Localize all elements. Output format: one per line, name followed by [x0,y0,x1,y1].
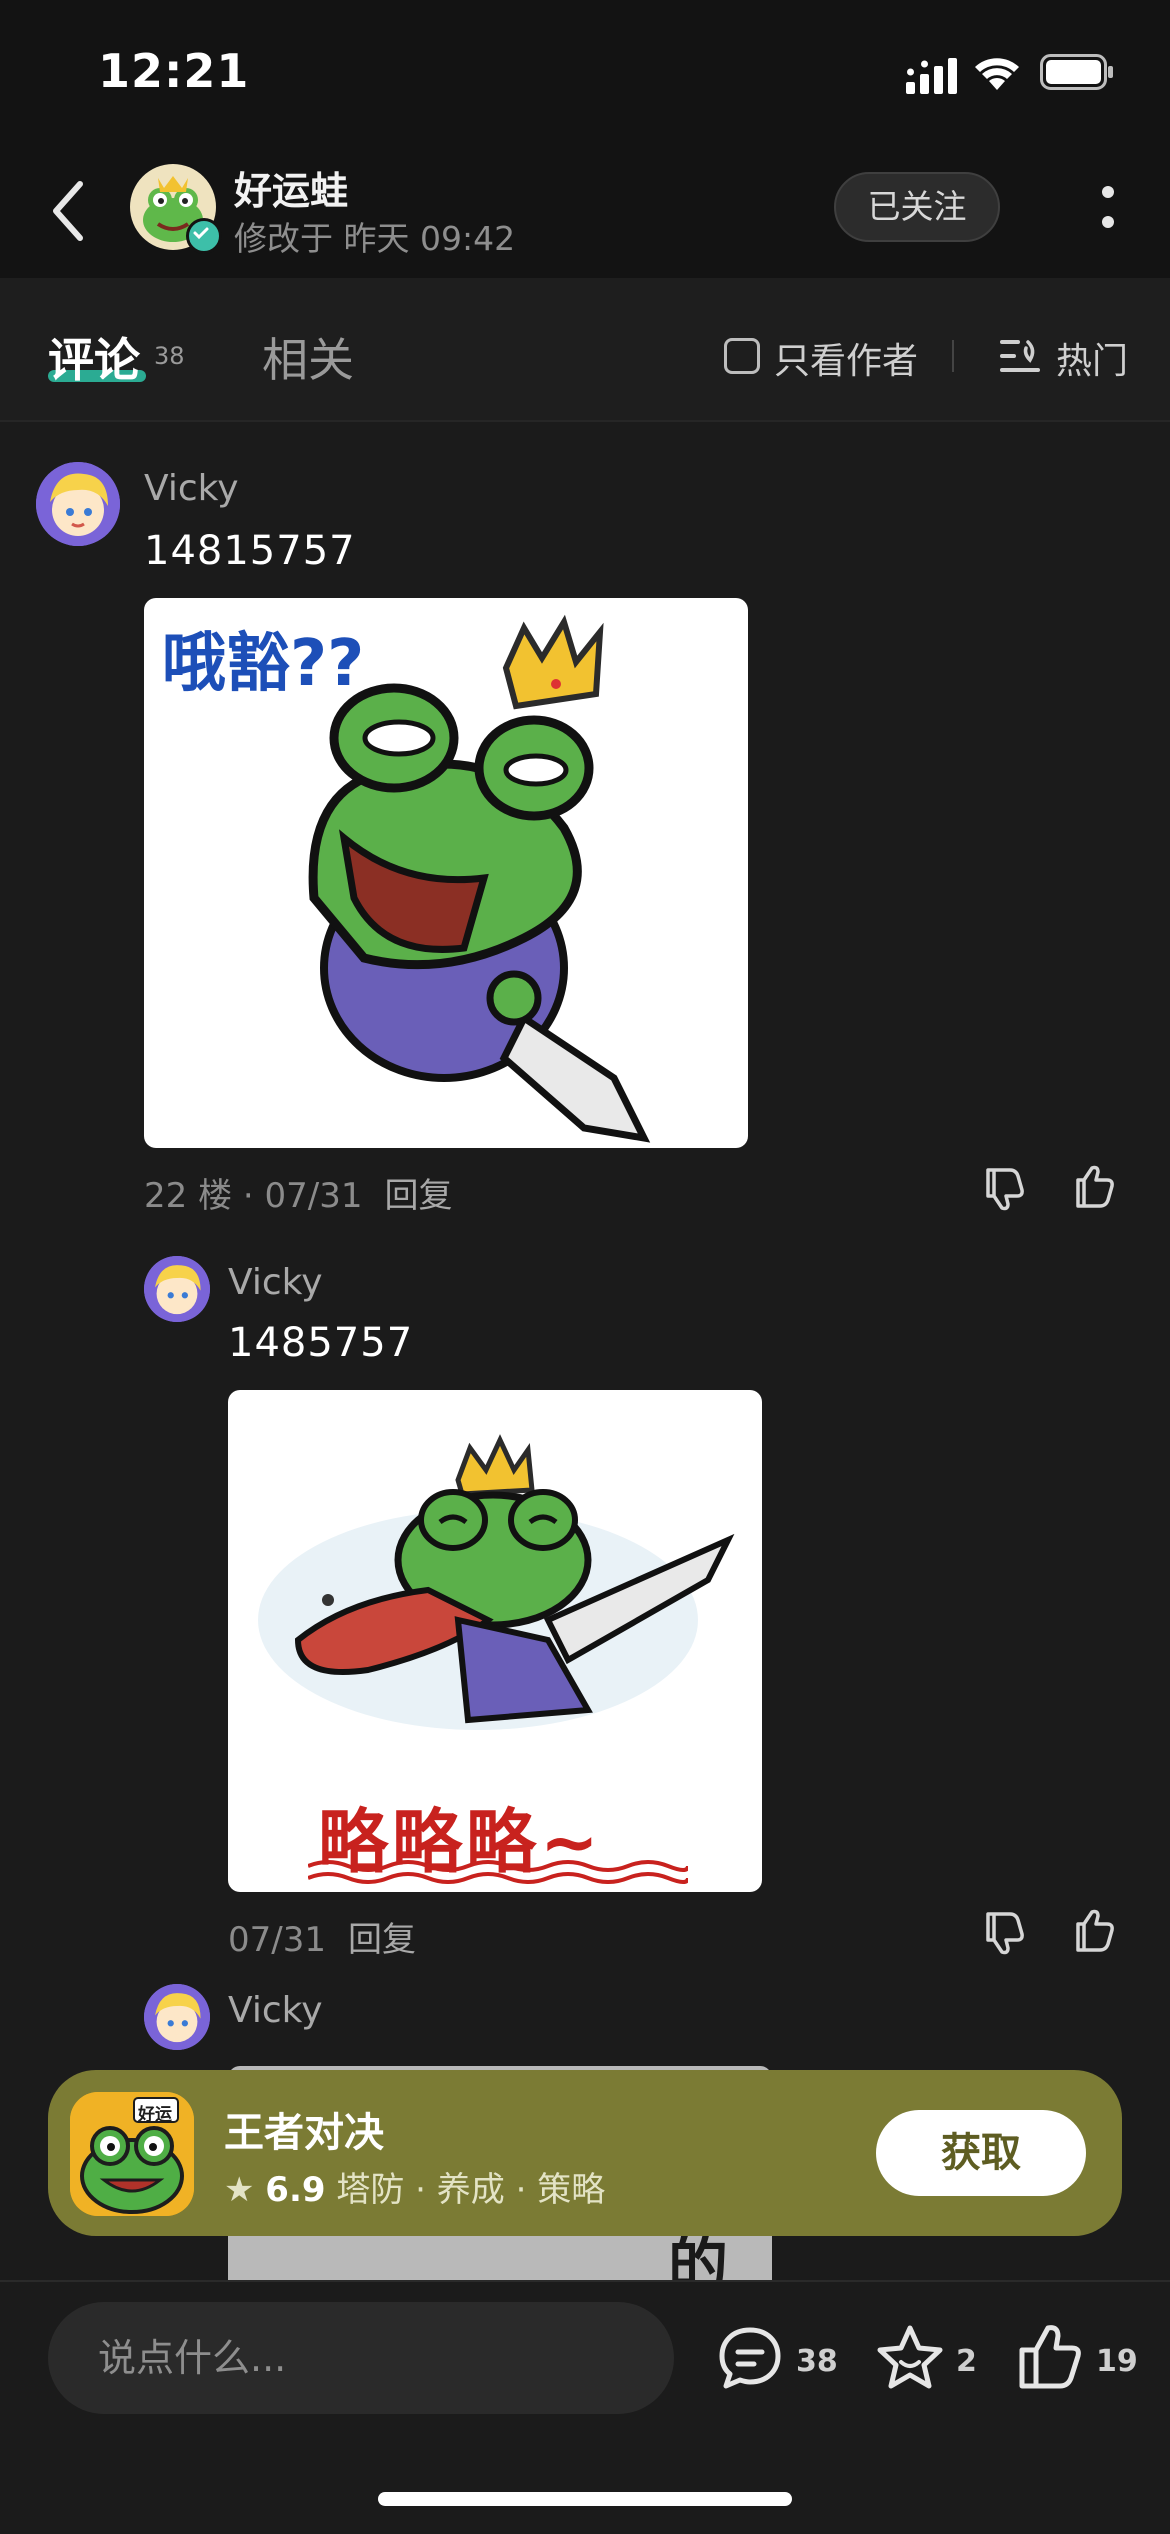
sort-hot-label[interactable]: 热门 [1056,332,1128,384]
tab-related[interactable]: 相关 [262,324,354,390]
dislike-icon[interactable] [980,1164,1028,1212]
tab-comments[interactable]: 评论 [48,324,140,390]
reply-image[interactable]: 略略略~ [228,1390,762,1892]
more-options-icon[interactable] [1090,176,1126,240]
sort-icon[interactable] [998,336,1042,376]
reply-text: 1485757 [228,1320,414,1366]
ad-subtitle: ★ 6.9 塔防 · 养成 · 策略 [224,2162,605,2211]
reply-meta: 07/31 回复 [228,1912,416,1961]
comment-text: 14815757 [144,528,356,574]
reply-avatar[interactable] [144,1256,210,1322]
frog-sticker-icon [308,614,651,1143]
comment-icon[interactable] [714,2322,786,2394]
back-button[interactable] [40,176,100,246]
reply-button[interactable]: 回复 [348,1920,416,1960]
dislike-icon[interactable] [980,1908,1028,1956]
follow-button[interactable]: 已关注 [834,172,1000,242]
star-icon: ★ [224,2170,255,2210]
comment-input[interactable]: 说点什么... [48,2302,674,2414]
reply-button[interactable]: 回复 [384,1176,452,1216]
comment-tabs: 评论 38 相关 只看作者 热门 [0,278,1170,422]
wifi-icon [975,58,1019,90]
ad-title: 王者对决 [224,2110,384,2156]
app-ad-banner[interactable]: 好运 王者对决 ★ 6.9 塔防 · 养成 · 策略 获取 [48,2070,1122,2236]
like-icon[interactable] [1014,2322,1086,2394]
tab-divider [952,340,954,372]
like-icon[interactable] [1070,1164,1118,1212]
app-icon-label: 好运 [138,2105,172,2125]
author-name[interactable]: 好运蛙 [234,160,348,215]
status-time: 12:21 [98,44,250,98]
favorite-count: 2 [956,2344,977,2379]
favorite-star-icon[interactable] [874,2322,946,2394]
battery-icon [1040,54,1113,90]
author-only-label[interactable]: 只看作者 [774,332,918,384]
comments-count: 38 [154,342,185,370]
ad-rating: 6.9 [265,2170,326,2210]
status-bar: 12:21 [0,0,1170,140]
like-icon[interactable] [1070,1908,1118,1956]
author-only-checkbox[interactable] [724,338,760,374]
comment-username[interactable]: Vicky [144,468,239,509]
comment-image[interactable]: 哦豁?? [144,598,748,1148]
reply-username[interactable]: Vicky [228,1990,323,2031]
wavy-underline [308,1860,688,1884]
comment-meta: 22 楼 · 07/31 回复 [144,1168,452,1217]
reply-username[interactable]: Vicky [228,1262,323,1303]
reply-avatar[interactable] [144,1984,210,2050]
comment-avatar[interactable] [36,462,120,546]
game-app-icon[interactable]: 好运 [70,2092,194,2216]
get-app-button[interactable]: 获取 [876,2110,1086,2196]
like-count: 19 [1096,2344,1138,2379]
home-indicator[interactable] [378,2492,792,2506]
edit-time: 修改于 昨天 09:42 [234,219,516,258]
verified-badge-icon [186,218,222,254]
reply-date: 07/31 [228,1920,326,1960]
comment-count: 38 [796,2344,838,2379]
ad-tags: 塔防 · 养成 · 策略 [336,2170,606,2210]
comment-floor: 22 楼 · 07/31 [144,1176,363,1216]
post-header: 好运蛙 修改于 昨天 09:42 已关注 [0,140,1170,278]
cellular-signal-icon [906,58,957,94]
